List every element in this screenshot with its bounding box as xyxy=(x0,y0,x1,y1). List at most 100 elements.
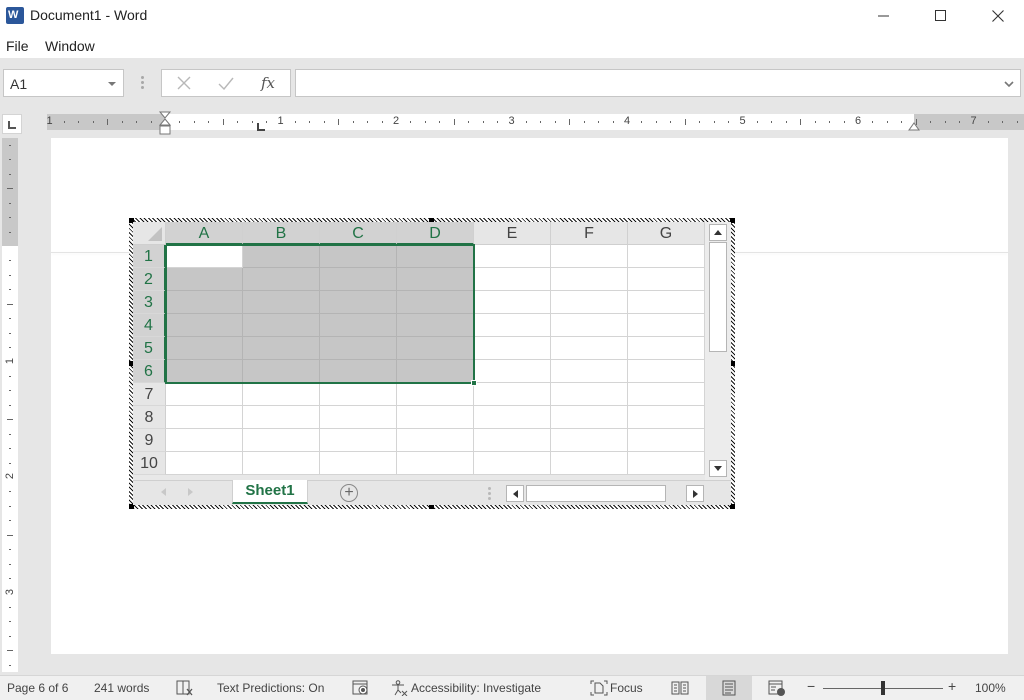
cell-C7[interactable] xyxy=(320,383,397,406)
scroll-down-button[interactable] xyxy=(709,460,727,477)
cell-F5[interactable] xyxy=(551,337,628,360)
cell-E7[interactable] xyxy=(474,383,551,406)
accessibility-status[interactable]: Accessibility: Investigate xyxy=(411,681,541,695)
zoom-level[interactable]: 100% xyxy=(975,681,1006,695)
horizontal-scroll-thumb[interactable] xyxy=(526,485,666,502)
cell-F4[interactable] xyxy=(551,314,628,337)
cell-E9[interactable] xyxy=(474,429,551,452)
menu-window[interactable]: Window xyxy=(45,38,95,54)
cell-G2[interactable] xyxy=(628,268,705,291)
cell-G9[interactable] xyxy=(628,429,705,452)
cell-D9[interactable] xyxy=(397,429,474,452)
row-header[interactable]: 6 xyxy=(133,360,166,383)
cell-B5[interactable] xyxy=(243,337,320,360)
cell-E2[interactable] xyxy=(474,268,551,291)
cell-C5[interactable] xyxy=(320,337,397,360)
sheet-tab[interactable]: Sheet1 xyxy=(232,480,308,504)
select-all-button[interactable] xyxy=(133,222,166,245)
cell-C9[interactable] xyxy=(320,429,397,452)
add-sheet-button[interactable]: + xyxy=(340,484,358,502)
cell-C3[interactable] xyxy=(320,291,397,314)
cell-B3[interactable] xyxy=(243,291,320,314)
cell-C4[interactable] xyxy=(320,314,397,337)
scroll-up-button[interactable] xyxy=(709,224,727,241)
cell-D8[interactable] xyxy=(397,406,474,429)
cell-G5[interactable] xyxy=(628,337,705,360)
cell-A6[interactable] xyxy=(166,360,243,383)
column-header[interactable]: C xyxy=(320,222,397,245)
cell-B1[interactable] xyxy=(243,245,320,268)
cell-B10[interactable] xyxy=(243,452,320,475)
cell-D2[interactable] xyxy=(397,268,474,291)
cell-A1[interactable] xyxy=(166,245,243,268)
tab-stop-icon[interactable] xyxy=(256,122,266,132)
cell-E1[interactable] xyxy=(474,245,551,268)
cell-A5[interactable] xyxy=(166,337,243,360)
enter-button[interactable] xyxy=(206,70,246,96)
row-header[interactable]: 5 xyxy=(133,337,166,360)
cell-E4[interactable] xyxy=(474,314,551,337)
next-sheet-button[interactable] xyxy=(185,486,195,498)
column-header[interactable]: D xyxy=(397,222,474,245)
cell-C2[interactable] xyxy=(320,268,397,291)
formula-input[interactable] xyxy=(295,69,1021,97)
cell-F2[interactable] xyxy=(551,268,628,291)
zoom-in-button[interactable]: + xyxy=(948,678,956,694)
cell-D5[interactable] xyxy=(397,337,474,360)
cell-C6[interactable] xyxy=(320,360,397,383)
proofing-icon[interactable] xyxy=(176,680,194,696)
close-button[interactable] xyxy=(970,0,1024,32)
column-header[interactable]: A xyxy=(166,222,243,245)
cell-B2[interactable] xyxy=(243,268,320,291)
horizontal-ruler[interactable]: 1 1 2 3 4 5 6 7 xyxy=(46,114,1024,130)
cell-E5[interactable] xyxy=(474,337,551,360)
cell-B9[interactable] xyxy=(243,429,320,452)
cell-E3[interactable] xyxy=(474,291,551,314)
insert-function-button[interactable]: fx xyxy=(248,70,288,96)
prev-sheet-button[interactable] xyxy=(158,486,168,498)
cell-D6[interactable] xyxy=(397,360,474,383)
row-header[interactable]: 3 xyxy=(133,291,166,314)
read-mode-icon[interactable] xyxy=(671,680,689,696)
tab-split-handle[interactable] xyxy=(488,487,491,502)
column-header[interactable]: E xyxy=(474,222,551,245)
cell-G1[interactable] xyxy=(628,245,705,268)
cell-D1[interactable] xyxy=(397,245,474,268)
cell-F6[interactable] xyxy=(551,360,628,383)
word-count[interactable]: 241 words xyxy=(94,681,149,695)
cell-A8[interactable] xyxy=(166,406,243,429)
row-header[interactable]: 2 xyxy=(133,268,166,291)
cell-F7[interactable] xyxy=(551,383,628,406)
vertical-scroll-thumb[interactable] xyxy=(709,242,727,352)
cell-A2[interactable] xyxy=(166,268,243,291)
cell-G8[interactable] xyxy=(628,406,705,429)
expand-formula-icon[interactable] xyxy=(1004,80,1014,88)
row-header[interactable]: 8 xyxy=(133,406,166,429)
cell-D3[interactable] xyxy=(397,291,474,314)
cell-A10[interactable] xyxy=(166,452,243,475)
print-layout-button[interactable] xyxy=(706,676,752,700)
cell-D7[interactable] xyxy=(397,383,474,406)
indent-markers[interactable] xyxy=(159,111,171,139)
cell-D10[interactable] xyxy=(397,452,474,475)
cell-A3[interactable] xyxy=(166,291,243,314)
column-header[interactable]: F xyxy=(551,222,628,245)
cell-G6[interactable] xyxy=(628,360,705,383)
cell-G7[interactable] xyxy=(628,383,705,406)
cell-G10[interactable] xyxy=(628,452,705,475)
vertical-ruler[interactable]: 1 2 3 xyxy=(2,138,18,672)
grip-handle[interactable] xyxy=(141,76,144,90)
vertical-scrollbar[interactable] xyxy=(705,222,731,480)
cell-A7[interactable] xyxy=(166,383,243,406)
scroll-right-button[interactable] xyxy=(686,485,704,502)
web-layout-icon[interactable] xyxy=(768,680,786,696)
macro-recording-icon[interactable] xyxy=(352,680,370,696)
row-header[interactable]: 7 xyxy=(133,383,166,406)
row-header[interactable]: 10 xyxy=(133,452,166,475)
cell-A9[interactable] xyxy=(166,429,243,452)
cell-C8[interactable] xyxy=(320,406,397,429)
column-header[interactable]: B xyxy=(243,222,320,245)
focus-button[interactable]: Focus xyxy=(610,681,643,695)
cell-E10[interactable] xyxy=(474,452,551,475)
cell-A4[interactable] xyxy=(166,314,243,337)
